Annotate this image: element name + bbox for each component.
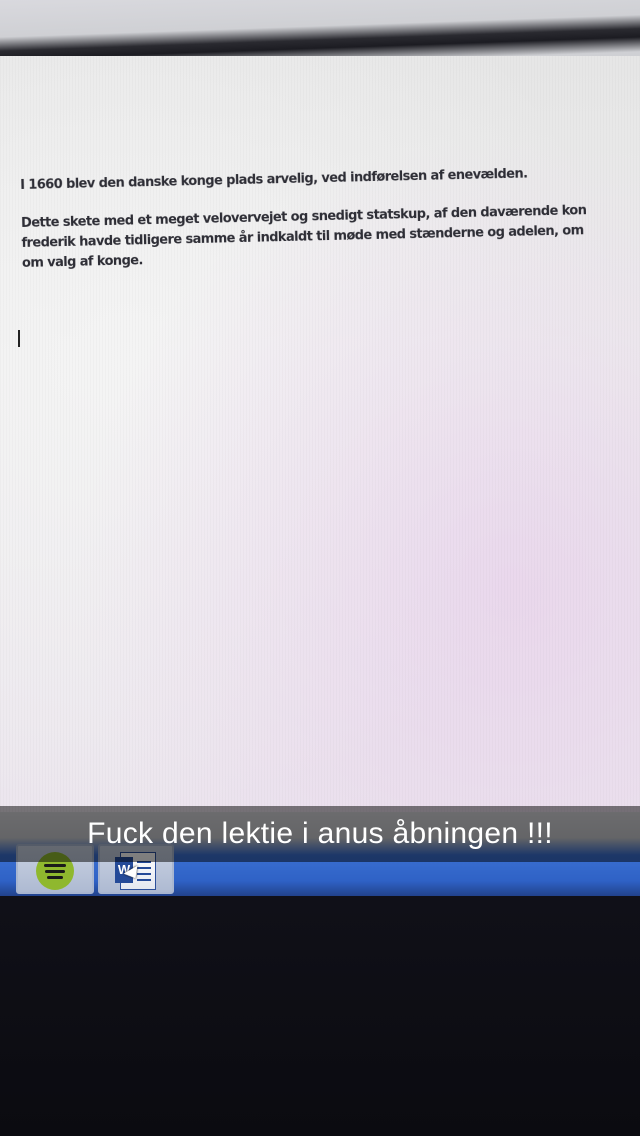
text-caret [18, 330, 20, 347]
photo-stage: I 1660 blev den danske konge plads arvel… [0, 0, 640, 1136]
monitor-bezel [0, 0, 640, 60]
paragraph-1-line-1: I 1660 blev den danske konge plads arvel… [20, 166, 528, 193]
desk-background [0, 896, 640, 1136]
document-text: I 1660 blev den danske konge plads arvel… [20, 161, 640, 274]
caption-text: Fuck den lektie i anus åbningen !!! [87, 817, 553, 850]
document-page[interactable]: I 1660 blev den danske konge plads arvel… [0, 56, 640, 816]
